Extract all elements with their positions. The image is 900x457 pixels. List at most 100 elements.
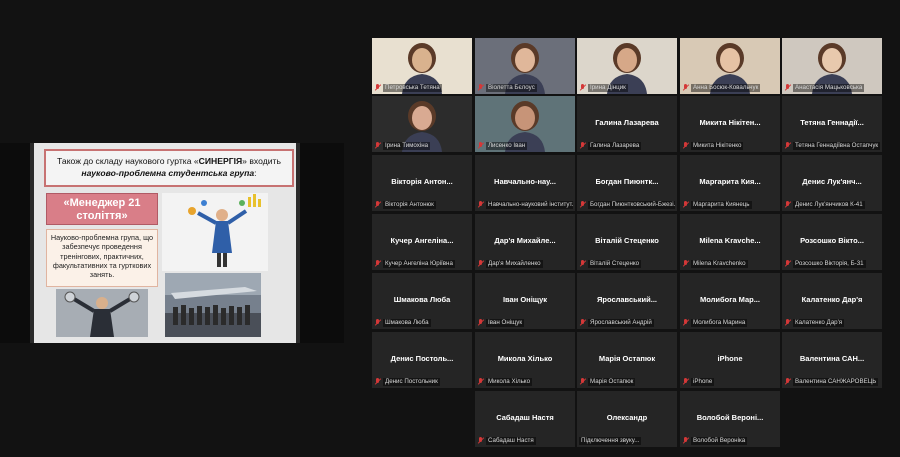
participant-footer: Ірина Дінцик bbox=[579, 83, 675, 92]
participant-name: Маргарита Кия... bbox=[699, 177, 761, 186]
participant-label: Волобой Вероніка bbox=[691, 436, 748, 445]
participant-footer: Волобой Вероніка bbox=[682, 436, 778, 445]
participant-tile[interactable]: Петровська Тетяна bbox=[372, 38, 472, 94]
slide-photo-group bbox=[165, 273, 261, 337]
participant-label: Денис Постольник bbox=[383, 377, 440, 386]
participant-name: Галина Лазарева bbox=[595, 118, 659, 127]
participant-tile[interactable]: Сабадаш Настя Сабадаш Настя bbox=[475, 391, 575, 447]
participant-label: Сабадаш Настя bbox=[486, 436, 536, 445]
muted-mic-icon bbox=[374, 201, 381, 208]
participant-tile[interactable]: Микита Нікітен... Микита Нікітенко bbox=[680, 96, 780, 152]
muted-mic-icon bbox=[477, 142, 484, 149]
participant-tile[interactable]: Калатенко Дар'я Калатенко Дар'я bbox=[782, 273, 882, 329]
participant-tile[interactable]: Марія Остапюк Марія Остапюк bbox=[577, 332, 677, 388]
participant-tile[interactable]: Milena Kravche... Milena Kravchenko bbox=[680, 214, 780, 270]
participant-tile[interactable]: Іван Оніщук Іван Оніщук bbox=[475, 273, 575, 329]
participant-tile[interactable]: Тетяна Геннадії... Тетяна Геннадіївна Ост… bbox=[782, 96, 882, 152]
muted-mic-icon bbox=[682, 319, 689, 326]
slide-header: Також до складу наукового гуртка «СИНЕРГ… bbox=[44, 149, 294, 187]
participant-footer: Сабадаш Настя bbox=[477, 436, 573, 445]
participant-footer: Вікторія Антонюк bbox=[374, 200, 470, 209]
participant-tile[interactable]: Кучер Ангеліна... Кучер Ангеліна Юріївна bbox=[372, 214, 472, 270]
participant-name: iPhone bbox=[717, 354, 743, 363]
participant-tile[interactable]: Шмакова Люба Шмакова Люба bbox=[372, 273, 472, 329]
participant-footer: Лисенко Іван bbox=[477, 141, 573, 150]
participant-label: Калатенко Дар'я bbox=[793, 318, 845, 327]
participant-name: Марія Остапюк bbox=[598, 354, 656, 363]
participant-footer: Микола Хілько bbox=[477, 377, 573, 386]
slide-header-bold: СИНЕРГІЯ bbox=[198, 156, 243, 166]
participant-tile[interactable]: Навчально-нау... Навчально-науковий інсти… bbox=[475, 155, 575, 211]
muted-mic-icon bbox=[682, 260, 689, 267]
slide-header-pre: Також до складу наукового гуртка « bbox=[57, 156, 199, 166]
participant-name: Кучер Ангеліна... bbox=[390, 236, 454, 245]
participant-tile[interactable]: Розсошко Вікто... Розсошко Вікторія, Б-31 bbox=[782, 214, 882, 270]
participant-name: Олександр bbox=[606, 413, 648, 422]
participant-footer: Молибога Марина bbox=[682, 318, 778, 327]
participant-footer: Денис Лук'янчиков К-41 bbox=[784, 200, 880, 209]
participant-footer: Milena Kravchenko bbox=[682, 259, 778, 268]
participant-footer: Підключення звуку... bbox=[579, 436, 675, 445]
participant-name: Волобой Вероні... bbox=[696, 413, 764, 422]
participant-tile[interactable]: Молибога Мар... Молибога Марина bbox=[680, 273, 780, 329]
participant-footer: Денис Постольник bbox=[374, 377, 470, 386]
participant-name: Денис Лук'янч... bbox=[802, 177, 862, 186]
participant-tile[interactable]: Вікторія Антон... Вікторія Антонюк bbox=[372, 155, 472, 211]
muted-mic-icon bbox=[682, 84, 689, 91]
participant-name: Milena Kravche... bbox=[699, 236, 761, 245]
participant-label: Микита Нікітенко bbox=[691, 141, 744, 150]
participant-name: Денис Постоль... bbox=[390, 354, 454, 363]
participant-name: Навчально-нау... bbox=[494, 177, 556, 186]
muted-mic-icon bbox=[579, 319, 586, 326]
participant-tile[interactable]: Віолетта Бєлоус bbox=[475, 38, 575, 94]
participant-tile[interactable]: Анна Босюк-Ковальчук bbox=[680, 38, 780, 94]
muted-mic-icon bbox=[579, 84, 586, 91]
participant-label: Тетяна Геннадіївна Остапчук bbox=[793, 141, 880, 150]
participant-tile[interactable]: Анастасія Мацьковська bbox=[782, 38, 882, 94]
participant-footer: Анастасія Мацьковська bbox=[784, 83, 880, 92]
participant-label: Шмакова Люба bbox=[383, 318, 431, 327]
participant-footer: Іван Оніщук bbox=[477, 318, 573, 327]
muted-mic-icon bbox=[579, 201, 586, 208]
muted-mic-icon bbox=[579, 142, 586, 149]
muted-mic-icon bbox=[374, 84, 381, 91]
participant-tile[interactable]: Денис Лук'янч... Денис Лук'янчиков К-41 bbox=[782, 155, 882, 211]
muted-mic-icon bbox=[784, 142, 791, 149]
participant-label: Кучер Ангеліна Юріївна bbox=[383, 259, 455, 268]
participant-footer: Тетяна Геннадіївна Остапчук bbox=[784, 141, 880, 150]
participant-label: Анна Босюк-Ковальчук bbox=[691, 83, 761, 92]
participant-tile[interactable]: Віталій Стеценко Віталій Стеценко bbox=[577, 214, 677, 270]
participant-tile[interactable]: Галина Лазарева Галина Лазарева bbox=[577, 96, 677, 152]
participant-label: Денис Лук'янчиков К-41 bbox=[793, 200, 865, 209]
presentation-slide: Також до складу наукового гуртка «СИНЕРГ… bbox=[30, 143, 300, 343]
participant-tile[interactable]: Денис Постоль... Денис Постольник bbox=[372, 332, 472, 388]
participant-name: Богдан Пиюнтк... bbox=[595, 177, 659, 186]
participant-tile[interactable]: Маргарита Кия... Маргарита Киянець bbox=[680, 155, 780, 211]
slide-box-description: Науково-проблемна група, що забезпечує п… bbox=[46, 229, 158, 287]
muted-mic-icon bbox=[682, 142, 689, 149]
participant-footer: Калатенко Дар'я bbox=[784, 318, 880, 327]
participant-tile[interactable]: Ірина Тимохіна bbox=[372, 96, 472, 152]
participant-label: Марія Остапюк bbox=[588, 377, 636, 386]
participant-label: iPhone bbox=[691, 377, 715, 386]
participant-tile[interactable]: Микола Хілько Микола Хілько bbox=[475, 332, 575, 388]
muted-mic-icon bbox=[374, 142, 381, 149]
participant-tile[interactable]: Дар'я Михайле... Дар'я Михайленко bbox=[475, 214, 575, 270]
participant-tile[interactable]: Ірина Дінцик bbox=[577, 38, 677, 94]
participant-tile[interactable]: Волобой Вероні... Волобой Вероніка bbox=[680, 391, 780, 447]
participant-tile[interactable]: Ярославський... Ярославський Андрій bbox=[577, 273, 677, 329]
participant-label: Петровська Тетяна bbox=[383, 83, 442, 92]
participant-tile[interactable]: Олександр Підключення звуку... bbox=[577, 391, 677, 447]
participant-label: Підключення звуку... bbox=[579, 436, 642, 445]
participant-tile[interactable]: Валентина САН... Валентина САНЖАРОВЕЦЬ bbox=[782, 332, 882, 388]
participant-tile[interactable]: Лисенко Іван bbox=[475, 96, 575, 152]
muted-mic-icon bbox=[477, 378, 484, 385]
participant-footer: Дар'я Михайленко bbox=[477, 259, 573, 268]
participant-name: Дар'я Михайле... bbox=[494, 236, 556, 245]
participant-name: Сабадаш Настя bbox=[496, 413, 554, 422]
participant-tile[interactable]: Богдан Пиюнтк... Богдан Пиюнтковський-Бже… bbox=[577, 155, 677, 211]
participant-tile[interactable]: iPhone iPhone bbox=[680, 332, 780, 388]
slide-photo-businessman bbox=[56, 289, 148, 337]
participant-footer: Марія Остапюк bbox=[579, 377, 675, 386]
muted-mic-icon bbox=[784, 201, 791, 208]
